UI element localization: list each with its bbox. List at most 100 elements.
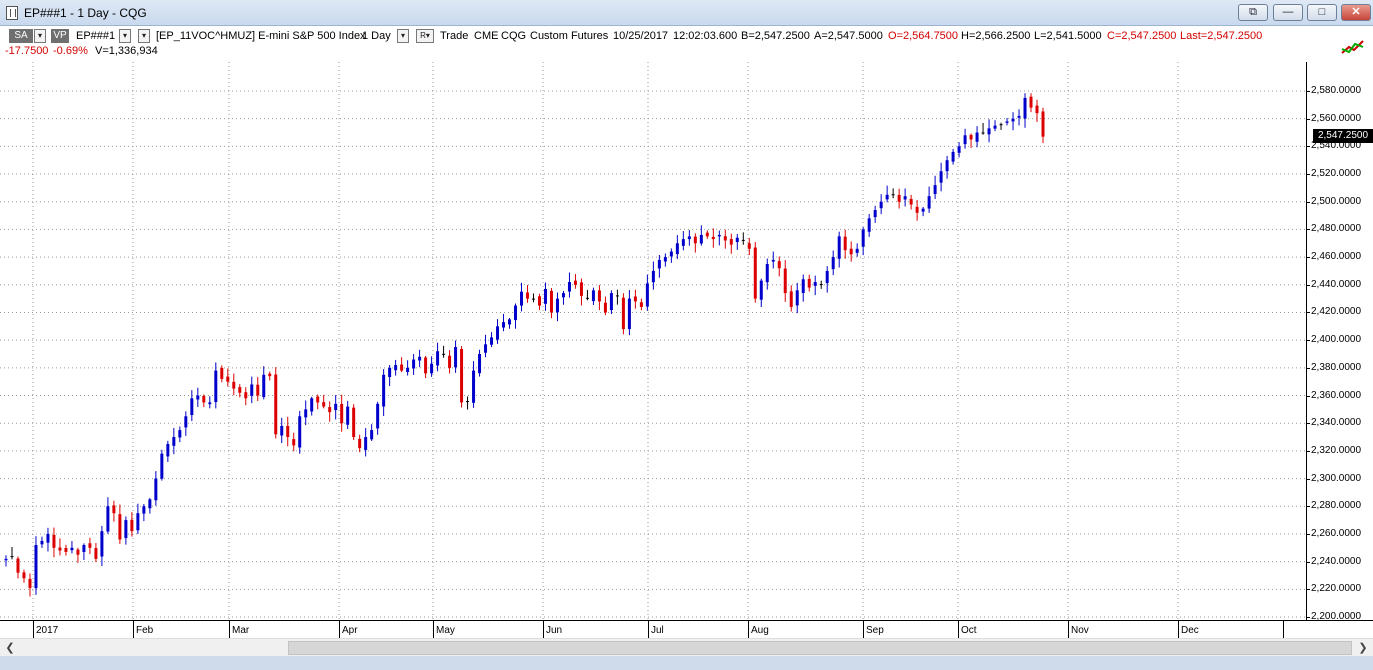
candle <box>735 233 739 250</box>
candle-body <box>178 430 182 438</box>
candle <box>1023 93 1027 128</box>
candle-body <box>909 198 913 205</box>
candle-body <box>130 519 134 532</box>
r-dropdown-button[interactable]: R▾ <box>416 29 434 43</box>
candle <box>543 282 547 311</box>
scroll-left-icon[interactable]: ❮ <box>2 640 18 656</box>
candle-body <box>328 407 332 413</box>
candle-body <box>693 236 697 244</box>
candle <box>10 546 14 560</box>
candle-body <box>975 132 979 142</box>
horizontal-scrollbar[interactable]: ❮ ❯ <box>0 638 1373 656</box>
candle-body <box>813 282 817 286</box>
r-label: R <box>420 31 426 40</box>
candle-body <box>466 401 470 403</box>
candle-body <box>286 425 290 438</box>
candle <box>244 387 248 406</box>
candle-body <box>645 283 649 307</box>
candle <box>969 133 973 148</box>
candle <box>28 573 32 597</box>
sa-button[interactable]: SA <box>9 29 33 43</box>
candle <box>837 231 841 268</box>
candle-body <box>262 374 266 398</box>
vp-button[interactable]: VP <box>51 29 69 43</box>
candle <box>520 282 524 312</box>
sa-dropdown-icon[interactable]: ▾ <box>34 29 46 43</box>
candle <box>280 417 284 444</box>
candle <box>118 504 122 544</box>
candle-body <box>549 290 553 313</box>
candle <box>921 206 925 217</box>
y-tick-mark <box>1307 367 1310 369</box>
candle-body <box>472 370 476 403</box>
close-button[interactable]: ✕ <box>1341 4 1371 21</box>
candle <box>514 303 518 329</box>
y-tick-label: 2,400.0000 <box>1311 334 1362 346</box>
candle-body <box>537 296 541 306</box>
instrument-dropdown-icon[interactable]: ▾ <box>138 29 150 43</box>
candle-body <box>1005 121 1009 123</box>
time-axis[interactable]: 2017 Feb Mar Apr May Jun Jul Aug Sep Oct Nov Dec <box>0 620 1373 639</box>
candle <box>753 242 757 303</box>
candle <box>178 426 182 443</box>
interval-label[interactable]: 1 Day <box>362 30 391 42</box>
interval-dropdown-icon[interactable]: ▾ <box>397 29 409 43</box>
candle <box>807 274 811 292</box>
candle-body <box>585 297 589 299</box>
scroll-right-icon[interactable]: ❯ <box>1355 640 1371 656</box>
candle <box>16 556 20 579</box>
exchange-label: CME <box>474 30 499 42</box>
candle <box>418 349 422 368</box>
candle <box>394 359 398 376</box>
candle-body <box>939 171 943 183</box>
candle <box>196 387 200 407</box>
candle-body <box>801 279 805 293</box>
close-value: C=2,547.2500 <box>1107 30 1177 42</box>
trend-tool-icon[interactable] <box>1341 38 1365 56</box>
candle <box>316 394 320 410</box>
x-tick-mark <box>33 621 34 639</box>
candle-body <box>76 549 80 555</box>
candle <box>939 162 943 192</box>
candle-body <box>555 298 559 313</box>
candle <box>945 155 949 179</box>
minimize-button[interactable]: — <box>1273 4 1303 21</box>
price-axis[interactable]: 2,200.0000 2,220.0000 2,240.0000 2,260.0000… <box>1306 62 1373 622</box>
candle-body <box>657 259 661 269</box>
candle <box>94 542 98 563</box>
candle <box>1029 93 1033 113</box>
chart-plot-area[interactable] <box>0 62 1306 620</box>
candle-body <box>945 160 949 172</box>
maximize-button[interactable]: □ <box>1307 4 1337 21</box>
candle-body <box>987 128 991 135</box>
window-title: EP###1 - 1 Day - CQG <box>24 6 147 20</box>
scrollbar-thumb[interactable] <box>288 641 1352 655</box>
symbol-label[interactable]: EP###1 <box>76 30 115 42</box>
candle-body <box>705 232 709 237</box>
x-tick-label: Sep <box>866 625 884 636</box>
candle <box>250 376 254 404</box>
candle <box>579 278 583 306</box>
candle <box>981 122 985 135</box>
y-tick-mark <box>1307 533 1310 535</box>
candle <box>927 186 931 213</box>
candle <box>4 555 8 567</box>
y-tick-mark <box>1307 257 1310 259</box>
candle <box>286 416 290 447</box>
symbol-dropdown-icon[interactable]: ▾ <box>119 29 131 43</box>
trade-label[interactable]: Trade <box>440 30 468 42</box>
candle-body <box>867 218 871 232</box>
candle <box>436 342 440 372</box>
candle <box>1035 99 1039 122</box>
candle-body <box>681 239 685 246</box>
x-tick-mark <box>1178 621 1179 639</box>
candle-body <box>244 392 248 399</box>
candle-body <box>795 290 799 306</box>
restore-all-button[interactable]: ⧉ <box>1238 4 1268 21</box>
candle <box>130 512 134 537</box>
last-value: Last=2,547.2500 <box>1180 30 1263 42</box>
x-tick-label: Mar <box>232 625 250 636</box>
candle-body <box>40 540 44 545</box>
candle-body <box>424 357 428 374</box>
candle <box>663 253 667 267</box>
